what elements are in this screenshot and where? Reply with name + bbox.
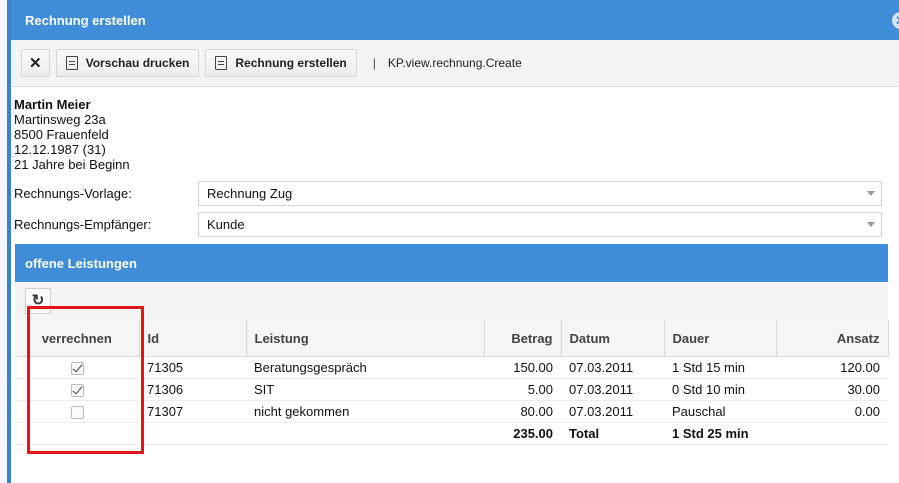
toolbar: ✕ Vorschau drucken Rechnung erstellen | … [11,40,899,87]
empfaenger-label: Rechnungs-Empfänger: [14,216,152,232]
col-header-datum[interactable]: Datum [561,320,665,357]
person-info: Martin Meier Martinsweg 23a 8500 Frauenf… [14,97,130,172]
cell-dauer: Pauschal [664,400,776,423]
col-header-ansatz[interactable]: Ansatz [776,320,889,357]
cell-datum: 07.03.2011 [561,400,664,423]
table-row[interactable]: 71307 nicht gekommen 80.00 07.03.2011 Pa… [15,400,888,423]
vorlage-value: Rechnung Zug [207,185,293,201]
grid-header-row: verrechnen Id Leistung Betrag Datum Daue… [15,320,889,357]
cell-ansatz: 120.00 [776,356,888,379]
form-row-vorlage: Rechnungs-Vorlage: Rechnung Zug [14,180,889,206]
verrechnen-checkbox[interactable] [70,406,84,420]
create-invoice-label: Rechnung erstellen [235,56,347,70]
cell-datum: 07.03.2011 [561,378,664,401]
preview-print-label: Vorschau drucken [85,56,190,70]
col-header-dauer[interactable]: Dauer [664,320,777,357]
total-label: Total [561,422,664,445]
form-row-empfaenger: Rechnungs-Empfänger: Kunde [14,211,889,237]
services-grid: verrechnen Id Leistung Betrag Datum Daue… [15,320,889,445]
vorlage-select[interactable]: Rechnung Zug [198,180,882,206]
chevron-down-icon [867,190,875,196]
cell-leistung: SIT [246,378,484,401]
total-row: 235.00 Total 1 Std 25 min [15,422,888,445]
cell-ansatz: 30.00 [776,378,888,401]
document-icon [215,56,228,70]
document-icon [65,56,78,70]
preview-print-button[interactable]: Vorschau drucken [55,49,200,77]
table-row[interactable]: 71305 Beratungsgespräch 150.00 07.03.201… [15,356,888,379]
view-name: KP.view.rechnung.Create [387,56,522,70]
cell-dauer: 0 Std 10 min [664,378,776,401]
empfaenger-value: Kunde [207,216,245,232]
empfaenger-select[interactable]: Kunde [198,211,882,237]
close-circle-icon[interactable]: ✕ [892,12,899,29]
total-dauer: 1 Std 25 min [664,422,776,445]
verrechnen-checkbox[interactable] [70,384,84,398]
cell-id: 71306 [139,378,246,401]
col-header-verrechnen[interactable]: verrechnen [15,320,140,357]
cell-id: 71305 [139,356,246,379]
cell-betrag: 5.00 [484,378,561,401]
person-birthdate: 12.12.1987 (31) [14,142,106,157]
person-name: Martin Meier [14,97,91,112]
person-city: 8500 Frauenfeld [14,127,109,142]
chevron-down-icon [867,221,875,227]
create-invoice-button[interactable]: Rechnung erstellen [205,49,357,77]
person-age-note: 21 Jahre bei Beginn [14,157,130,172]
cell-ansatz: 0.00 [776,400,888,423]
cell-datum: 07.03.2011 [561,356,664,379]
cell-betrag: 150.00 [484,356,561,379]
cell-betrag: 80.00 [484,400,561,423]
col-header-betrag[interactable]: Betrag [484,320,562,357]
cell-leistung: nicht gekommen [246,400,484,423]
cell-leistung: Beratungsgespräch [246,356,484,379]
grid-title: offene Leistungen [25,255,137,271]
toolbar-separator: | [372,56,376,70]
table-row[interactable]: 71306 SIT 5.00 07.03.2011 0 Std 10 min 3… [15,378,888,401]
grid-toolbar: ↻ [15,282,888,321]
col-header-id[interactable]: Id [139,320,247,357]
window-title: Rechnung erstellen [25,12,146,28]
total-betrag: 235.00 [484,422,561,445]
cell-dauer: 1 Std 15 min [664,356,776,379]
cancel-button[interactable]: ✕ [21,49,50,77]
window-titlebar: Rechnung erstellen ✕ [11,0,899,40]
person-street: Martinsweg 23a [14,112,106,127]
grid-panel-header: offene Leistungen [15,244,888,282]
vorlage-label: Rechnungs-Vorlage: [14,185,132,201]
refresh-icon[interactable]: ↻ [25,288,51,314]
verrechnen-checkbox[interactable] [70,362,84,376]
col-header-leistung[interactable]: Leistung [246,320,485,357]
x-icon: ✕ [29,55,42,72]
cell-id: 71307 [139,400,246,423]
